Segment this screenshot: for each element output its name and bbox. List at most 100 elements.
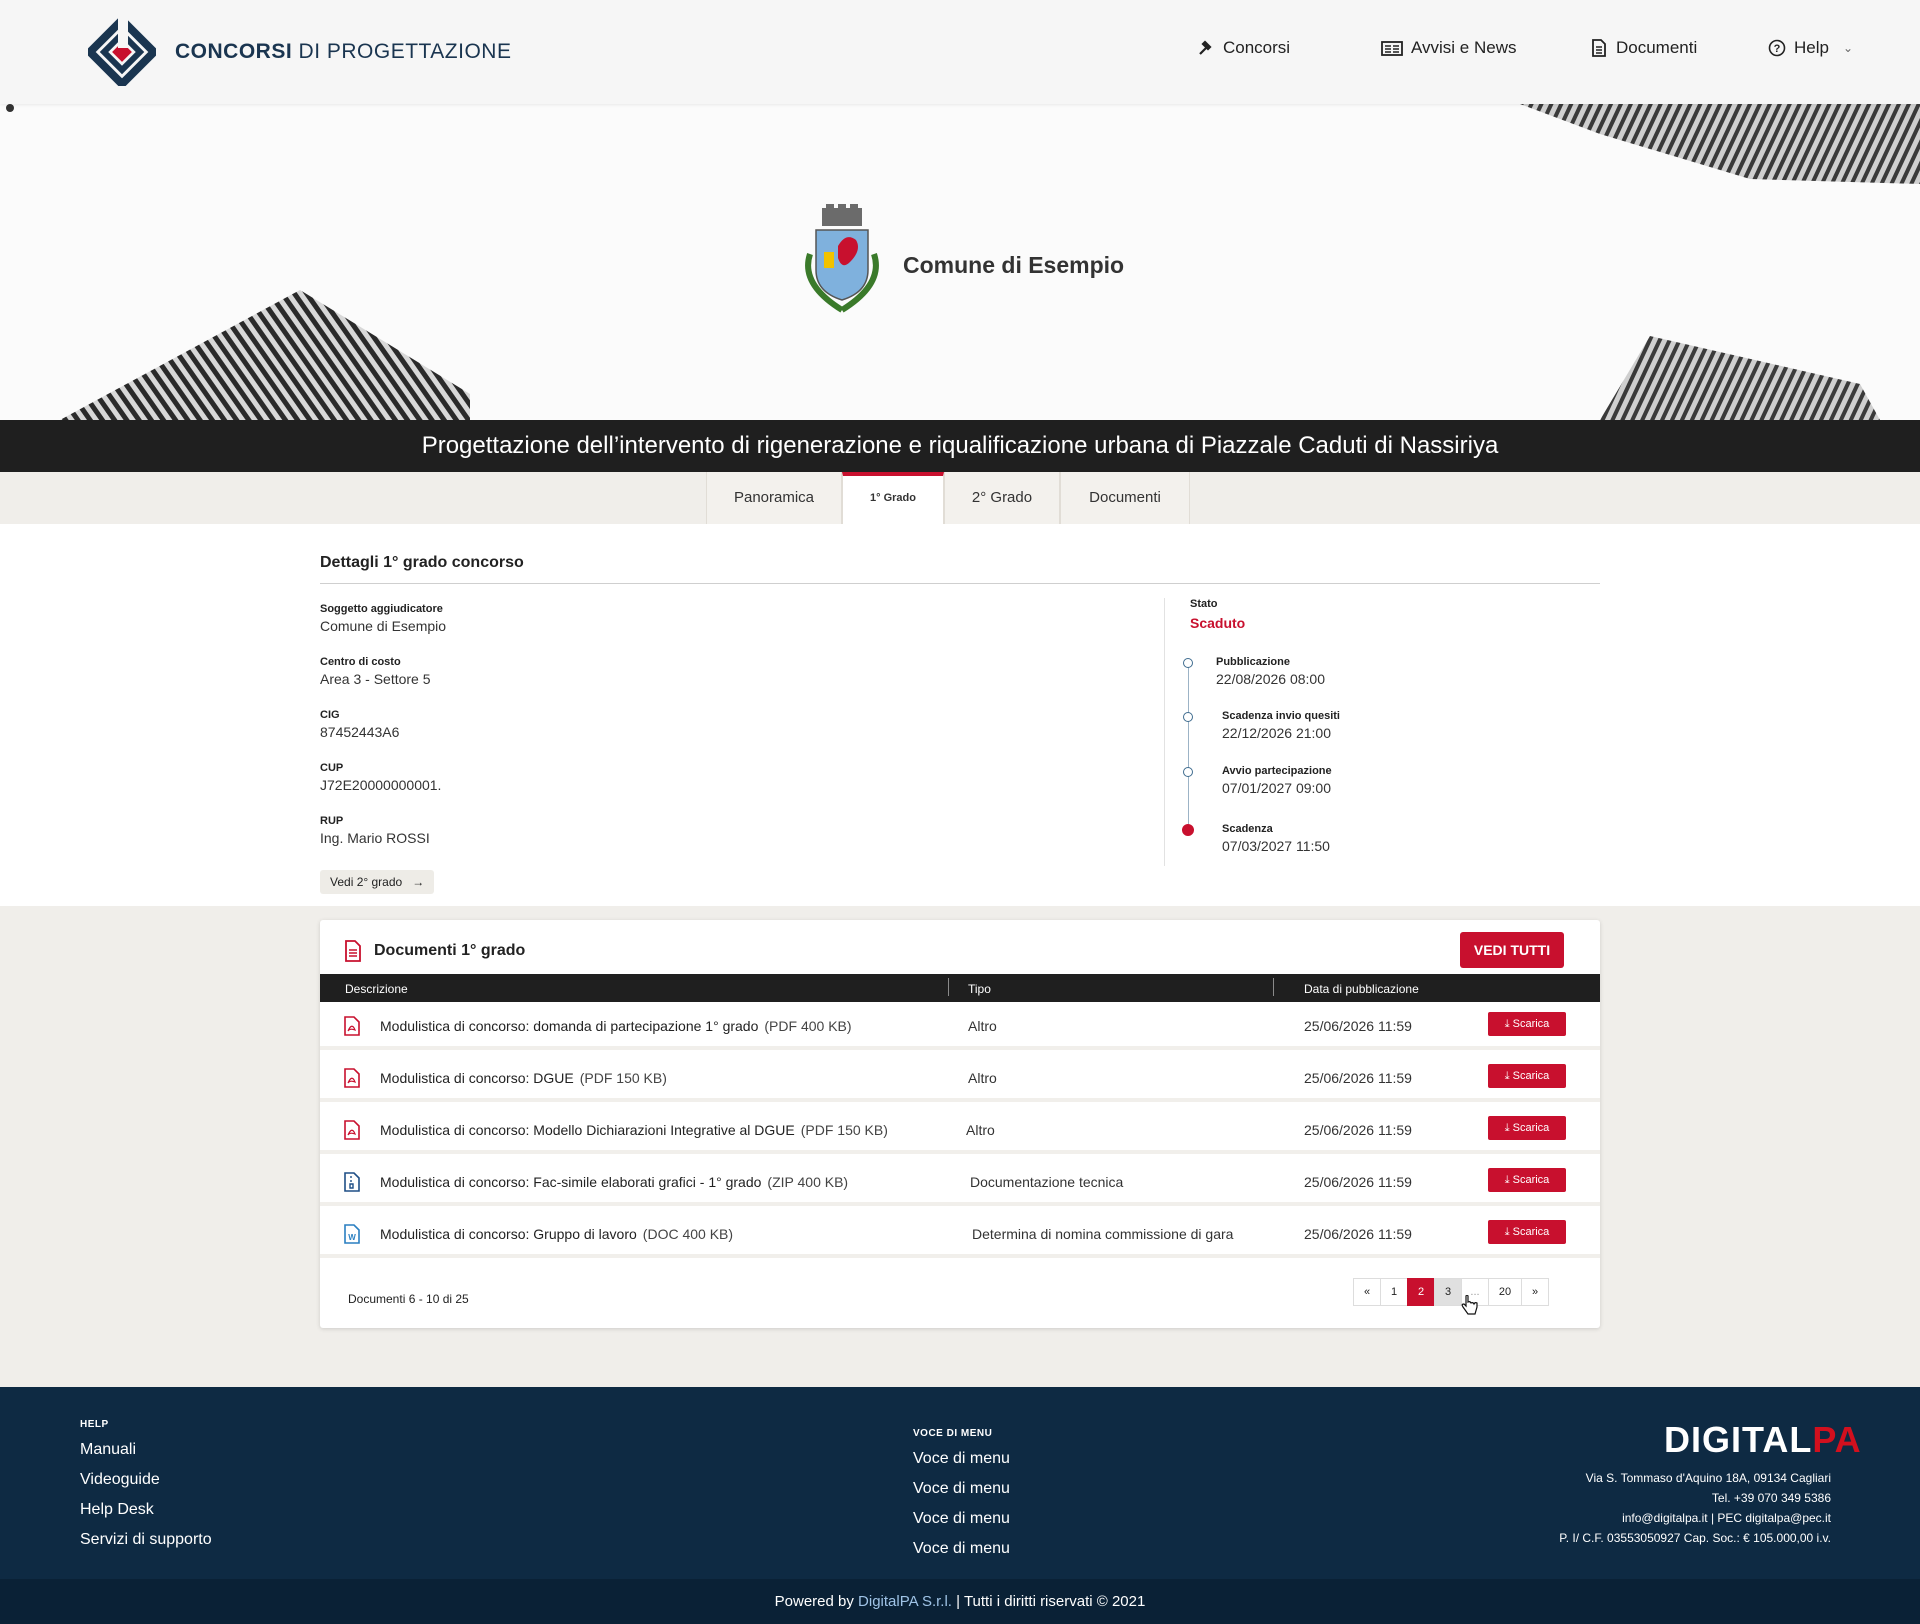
organization-name: Comune di Esempio xyxy=(903,252,1125,278)
footer-email[interactable]: info@digitalpa.it | PEC digitalpa@pec.it xyxy=(1622,1511,1831,1525)
timeline-value: 07/01/2027 09:00 xyxy=(1222,780,1331,796)
scarica-button[interactable]: ⤓ Scarica xyxy=(1488,1012,1566,1036)
timeline-scadenza: Scadenza 07/03/2027 11:50 xyxy=(1222,823,1330,854)
page-prev-button[interactable]: « xyxy=(1353,1278,1381,1306)
timeline-value: 22/12/2026 21:00 xyxy=(1222,725,1331,741)
page-button[interactable]: 3 xyxy=(1434,1278,1462,1306)
footer-menu-link[interactable]: Voce di menu xyxy=(913,1540,1010,1558)
page-next-button[interactable]: » xyxy=(1521,1278,1549,1306)
column-header-data[interactable]: Data di pubblicazione xyxy=(1304,982,1419,996)
status-label: Stato xyxy=(1190,598,1218,610)
footer-link-videoguide[interactable]: Videoguide xyxy=(80,1471,160,1489)
vedi-tutti-button[interactable]: VEDI TUTTI xyxy=(1460,932,1564,968)
digitalpa-link[interactable]: DigitalPA S.r.l. xyxy=(858,1593,952,1610)
svg-text:W: W xyxy=(348,1233,356,1242)
download-icon: ⤓ xyxy=(1504,1070,1510,1082)
document-type: Altro xyxy=(968,1018,997,1034)
column-header-descrizione[interactable]: Descrizione xyxy=(345,982,408,996)
sub-footer: Powered by DigitalPA S.r.l. | Tutti i di… xyxy=(0,1579,1920,1624)
download-icon: ⤓ xyxy=(1504,1226,1510,1238)
newspaper-icon xyxy=(1381,41,1403,56)
footer-menu-link[interactable]: Voce di menu xyxy=(913,1510,1010,1528)
document-description[interactable]: Modulistica di concorso: Gruppo di lavor… xyxy=(380,1226,733,1242)
download-icon: ⤓ xyxy=(1504,1018,1510,1030)
document-date: 25/06/2026 11:59 xyxy=(1304,1174,1412,1190)
field-value: Area 3 - Settore 5 xyxy=(320,671,431,687)
table-row: Modulistica di concorso: domanda di part… xyxy=(320,1002,1600,1050)
timeline-scadenza-quesiti: Scadenza invio quesiti 22/12/2026 21:00 xyxy=(1222,710,1340,741)
tab-documenti[interactable]: Documenti xyxy=(1060,472,1190,524)
nav-avvisi-label: Avvisi e News xyxy=(1411,38,1517,57)
scarica-button[interactable]: ⤓ Scarica xyxy=(1488,1064,1566,1088)
timeline-value: 07/03/2027 11:50 xyxy=(1222,838,1330,854)
footer: HELP Manuali Videoguide Help Desk Serviz… xyxy=(0,1387,1920,1579)
timeline-pubblicazione: Pubblicazione 22/08/2026 08:00 xyxy=(1216,656,1325,687)
timeline-dot xyxy=(1183,712,1193,722)
nav-concorsi[interactable]: Concorsi xyxy=(1197,38,1290,58)
pagination: « 1 2 3 ... 20 » xyxy=(1353,1278,1549,1306)
footer-link-servizi-supporto[interactable]: Servizi di supporto xyxy=(80,1531,212,1549)
concorsi-logo-icon[interactable] xyxy=(88,18,156,86)
document-description[interactable]: Modulistica di concorso: domanda di part… xyxy=(380,1018,852,1034)
scarica-button[interactable]: ⤓ Scarica xyxy=(1488,1220,1566,1244)
timeline-dot-end xyxy=(1182,824,1194,836)
nav-documenti-label: Documenti xyxy=(1616,38,1698,57)
column-divider xyxy=(1164,598,1165,866)
scarica-button[interactable]: ⤓ Scarica xyxy=(1488,1168,1566,1192)
status-badge: Scaduto xyxy=(1190,615,1246,631)
table-header: Descrizione Tipo Data di pubblicazione xyxy=(320,974,1600,1002)
footer-help-heading: HELP xyxy=(80,1419,109,1430)
scarica-button[interactable]: ⤓ Scarica xyxy=(1488,1116,1566,1140)
page-button-current[interactable]: 2 xyxy=(1407,1278,1435,1306)
document-date: 25/06/2026 11:59 xyxy=(1304,1018,1412,1034)
vedi-secondo-grado-button[interactable]: Vedi 2° grado → xyxy=(320,870,435,894)
tab-primo-grado[interactable]: 1° Grado xyxy=(842,472,944,524)
footer-phone: Tel. +39 070 349 5386 xyxy=(1711,1491,1831,1505)
timeline-dot xyxy=(1183,658,1193,668)
hand-cursor-icon xyxy=(1461,1295,1478,1315)
footer-link-manuali[interactable]: Manuali xyxy=(80,1441,136,1459)
column-divider xyxy=(1273,978,1274,996)
nav-documenti[interactable]: Documenti xyxy=(1590,38,1697,58)
column-header-tipo[interactable]: Tipo xyxy=(968,982,991,996)
details-title: Dettagli 1° grado concorso xyxy=(320,554,524,571)
document-icon xyxy=(1592,39,1606,57)
field-soggetto: Soggetto aggiudicatore Comune di Esempio xyxy=(320,603,446,634)
footer-menu-link[interactable]: Voce di menu xyxy=(913,1450,1010,1468)
vedi-button-label: Vedi 2° grado xyxy=(330,875,403,889)
footer-vat: P. I/ C.F. 03553050927 Cap. Soc.: € 105.… xyxy=(1559,1531,1831,1545)
timeline-label: Scadenza xyxy=(1222,823,1273,835)
hero-banner: Comune di Esempio xyxy=(0,104,1920,420)
timeline-line xyxy=(1188,664,1189,824)
gavel-icon xyxy=(1199,40,1212,55)
field-label: CIG xyxy=(320,709,340,721)
tab-bar: Panoramica 1° Grado 2° Grado Documenti xyxy=(0,472,1920,524)
download-icon: ⤓ xyxy=(1504,1122,1510,1134)
documents-card: Documenti 1° grado VEDI TUTTI Descrizion… xyxy=(320,920,1600,1328)
document-description[interactable]: Modulistica di concorso: DGUE (PDF 150 KB… xyxy=(380,1070,667,1086)
page-button[interactable]: 1 xyxy=(1380,1278,1408,1306)
nav-help[interactable]: ? Help ⌄ xyxy=(1768,38,1853,58)
document-description[interactable]: Modulistica di concorso: Fac-simile elab… xyxy=(380,1174,848,1190)
document-description[interactable]: Modulistica di concorso: Modello Dichiar… xyxy=(380,1122,888,1138)
pdf-file-icon xyxy=(344,1068,360,1088)
timeline-label: Avvio partecipazione xyxy=(1222,765,1332,777)
page-button[interactable]: 20 xyxy=(1488,1278,1522,1306)
tab-secondo-grado[interactable]: 2° Grado xyxy=(944,472,1060,524)
footer-menu-heading: VOCE DI MENU xyxy=(913,1428,993,1439)
table-row: Modulistica di concorso: Modello Dichiar… xyxy=(320,1106,1600,1154)
tab-panoramica[interactable]: Panoramica xyxy=(706,472,842,524)
field-value: J72E20000000001. xyxy=(320,777,442,793)
municipal-coat-of-arms xyxy=(805,204,879,313)
nav-help-label: Help xyxy=(1794,38,1829,57)
timeline-avvio-partecipazione: Avvio partecipazione 07/01/2027 09:00 xyxy=(1222,765,1332,796)
digitalpa-logo[interactable]: DIGITALPA xyxy=(1664,1419,1862,1461)
nav-avvisi[interactable]: Avvisi e News xyxy=(1381,38,1517,58)
footer-link-help-desk[interactable]: Help Desk xyxy=(80,1501,154,1519)
footer-menu-link[interactable]: Voce di menu xyxy=(913,1480,1010,1498)
field-value: Ing. Mario ROSSI xyxy=(320,830,430,846)
pdf-file-icon xyxy=(344,1016,360,1036)
site-logo-text[interactable]: CONCORSI DI PROGETTAZIONE xyxy=(175,40,511,64)
document-type: Determina di nomina commissione di gara xyxy=(972,1226,1234,1242)
pdf-file-icon xyxy=(344,1120,360,1140)
